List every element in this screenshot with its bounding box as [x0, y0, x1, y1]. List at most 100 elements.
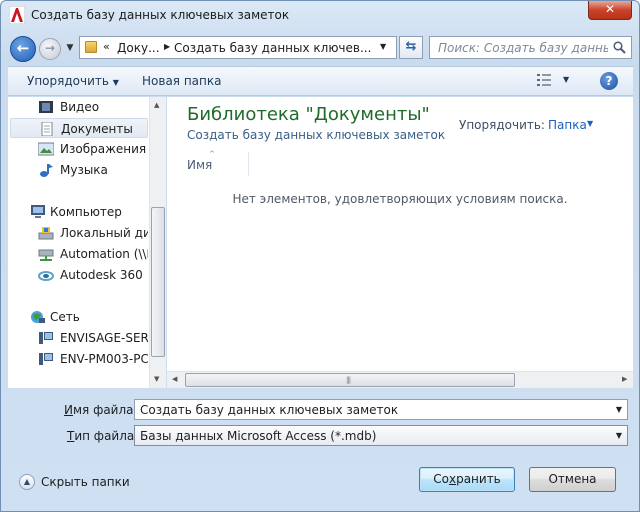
new-folder-button[interactable]: Новая папка — [142, 74, 221, 88]
save-button[interactable]: Сохранить — [419, 467, 515, 492]
scroll-down-icon[interactable]: ▼ — [154, 375, 159, 383]
nav-item-label: Сеть — [50, 310, 80, 324]
local-disk-icon — [38, 227, 54, 240]
images-icon — [38, 142, 54, 156]
nav-item-computer[interactable]: Компьютер — [10, 202, 148, 222]
search-input[interactable]: Поиск: Создать базу данных... — [429, 36, 632, 59]
filetype-label: Тип файла: — [67, 429, 138, 443]
file-list-pane: Библиотека "Документы" Создать базу данн… — [167, 97, 633, 388]
refresh-icon: ⇆ — [405, 39, 417, 54]
refresh-button[interactable]: ⇆ — [399, 36, 423, 59]
nav-item-label: Документы — [61, 122, 133, 136]
arrow-right-icon: → — [44, 41, 56, 55]
organize-menu-button[interactable]: Упорядочить ▼ — [27, 74, 119, 88]
pc-icon — [39, 332, 53, 344]
chevron-down-icon[interactable]: ▼ — [616, 431, 622, 440]
nav-item-label: Компьютер — [50, 205, 122, 219]
nav-pane-scrollbar[interactable]: ▲ ▼ — [149, 97, 166, 388]
filename-label: Имя файла: — [64, 403, 138, 417]
arrange-by-dropdown[interactable]: Папка — [548, 118, 587, 132]
video-icon — [39, 101, 53, 113]
autodesk-360-icon — [38, 271, 54, 281]
nav-item-label: Automation (\\El — [60, 247, 148, 261]
nav-item-envisage-server[interactable]: ENVISAGE-SERVE — [10, 328, 148, 348]
hide-folders-label: Скрыть папки — [41, 475, 130, 489]
scroll-left-icon[interactable]: ◀ — [172, 375, 177, 383]
chevron-down-icon: ▼ — [112, 78, 119, 87]
nav-item-label: ENVISAGE-SERVE — [60, 331, 148, 345]
save-label-part: ранить — [456, 472, 501, 486]
organize-label: Упорядочить — [27, 74, 109, 88]
nav-item-label: Изображения — [60, 142, 147, 156]
chevron-down-icon[interactable]: ▼ — [587, 119, 593, 128]
filetype-value: Базы данных Microsoft Access (*.mdb) — [140, 429, 377, 443]
command-toolbar: Упорядочить ▼ Новая папка ▼ ? — [8, 66, 633, 96]
folder-icon — [85, 41, 97, 53]
hide-folders-button[interactable]: ▲ Скрыть папки — [19, 473, 130, 491]
file-list-horizontal-scrollbar[interactable]: ◀ ||| ▶ — [167, 371, 633, 388]
nav-item-autodesk-360[interactable]: Autodesk 360 — [10, 265, 148, 285]
window-title: Создать базу данных ключевых заметок — [31, 8, 290, 22]
save-label-accesskey: х — [448, 472, 457, 486]
scrollbar-thumb[interactable]: ||| — [185, 373, 515, 387]
navigation-pane: Видео Документы Изображения Музыка Компь… — [8, 97, 166, 388]
search-icon[interactable] — [613, 41, 626, 54]
network-icon — [31, 311, 45, 323]
network-drive-icon — [38, 249, 54, 261]
filename-label-text: мя файла: — [72, 403, 138, 417]
nav-item-label: Музыка — [60, 163, 108, 177]
empty-results-message: Нет элементов, удовлетворяющих условиям … — [232, 192, 568, 206]
sort-ascending-icon: ^ — [209, 150, 215, 158]
scroll-right-icon[interactable]: ▶ — [622, 375, 627, 383]
views-icon[interactable] — [537, 74, 551, 86]
filetype-label-text: ип файла: — [74, 429, 139, 443]
pc-icon — [39, 353, 53, 365]
filename-input[interactable]: Создать базу данных ключевых заметок ▼ — [134, 399, 628, 420]
nav-item-documents[interactable]: Документы — [10, 118, 148, 138]
recent-locations-dropdown[interactable]: ▼ — [64, 41, 76, 55]
close-button[interactable]: ✕ — [588, 1, 632, 20]
help-button[interactable]: ? — [600, 72, 618, 90]
scroll-up-icon[interactable]: ▲ — [154, 101, 159, 109]
address-bar[interactable]: « Доку... ▶ Создать базу данных ключев..… — [79, 36, 397, 59]
chevron-up-icon: ▲ — [19, 474, 35, 490]
breadcrumb-overflow[interactable]: « — [103, 40, 110, 53]
nav-item-local-disk[interactable]: Локальный диск — [10, 223, 148, 243]
autocad-app-icon — [9, 6, 25, 24]
nav-item-label: Видео — [60, 100, 100, 114]
filename-value: Создать базу данных ключевых заметок — [140, 403, 399, 417]
save-label-part: Со — [433, 472, 449, 486]
grip-icon: ||| — [346, 376, 351, 384]
column-header-name[interactable]: ^ Имя — [175, 150, 249, 176]
column-header-label: Имя — [187, 158, 213, 172]
nav-item-video[interactable]: Видео — [10, 97, 148, 117]
nav-item-env-pm003-pc[interactable]: ENV-PM003-PC — [10, 349, 148, 369]
back-button[interactable]: ← — [10, 36, 36, 62]
forward-button[interactable]: → — [39, 38, 61, 60]
chevron-down-icon[interactable]: ▼ — [616, 405, 622, 414]
nav-item-label: Локальный диск — [60, 226, 148, 240]
library-subtitle: Создать базу данных ключевых заметок — [187, 128, 446, 142]
scrollbar-thumb[interactable] — [151, 207, 165, 357]
views-dropdown-icon[interactable]: ▼ — [563, 75, 569, 84]
breadcrumb-documents[interactable]: Доку... — [117, 41, 160, 55]
computer-icon — [31, 205, 45, 218]
filetype-select[interactable]: Базы данных Microsoft Access (*.mdb) ▼ — [134, 425, 628, 446]
nav-item-images[interactable]: Изображения — [10, 139, 148, 159]
nav-item-music[interactable]: Музыка — [10, 160, 148, 180]
address-dropdown-icon[interactable]: ▼ — [380, 42, 386, 51]
breadcrumb-separator-icon[interactable]: ▶ — [164, 42, 170, 51]
title-bar: Создать базу данных ключевых заметок ✕ — [1, 1, 639, 31]
library-title: Библиотека "Документы" — [187, 104, 430, 125]
save-file-dialog: Создать базу данных ключевых заметок ✕ ←… — [0, 0, 640, 512]
cancel-button[interactable]: Отмена — [529, 467, 616, 492]
search-placeholder: Поиск: Создать базу данных... — [438, 41, 608, 55]
nav-item-label: ENV-PM003-PC — [60, 352, 148, 366]
nav-item-label: Autodesk 360 — [60, 268, 143, 282]
breadcrumb-current[interactable]: Создать базу данных ключев... — [174, 41, 371, 55]
nav-item-automation-drive[interactable]: Automation (\\El — [10, 244, 148, 264]
documents-icon — [41, 122, 53, 136]
music-icon — [40, 164, 53, 177]
nav-item-network[interactable]: Сеть — [10, 307, 148, 327]
arrange-by-label: Упорядочить: — [459, 118, 545, 132]
